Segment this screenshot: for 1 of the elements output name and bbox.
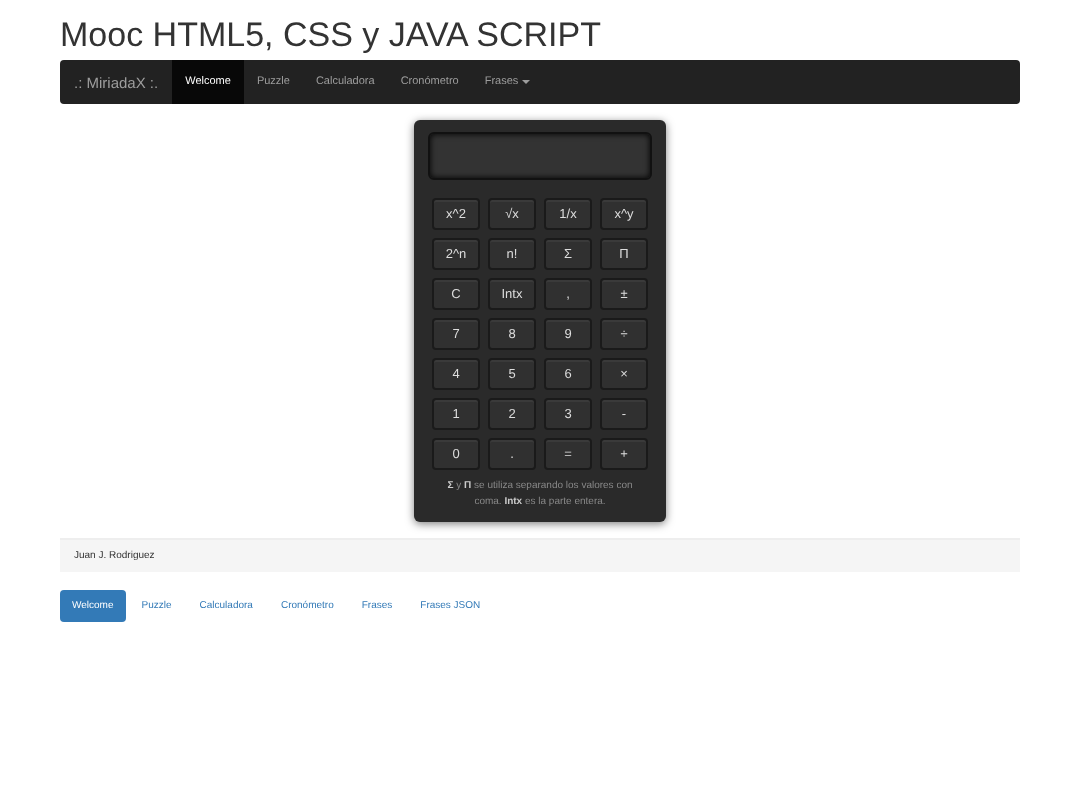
page-title: Mooc HTML5, CSS y JAVA SCRIPT bbox=[60, 14, 603, 58]
